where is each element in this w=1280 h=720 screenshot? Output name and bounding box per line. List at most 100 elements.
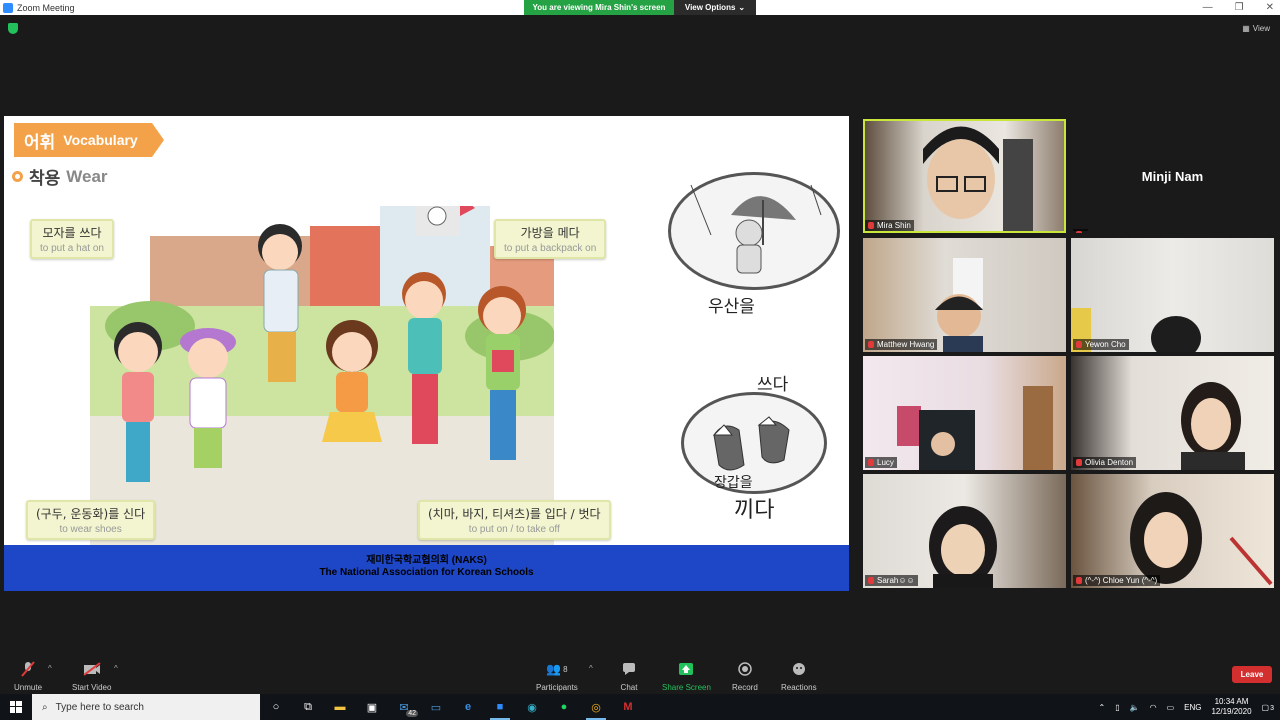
minimize-icon[interactable]: — [1203,2,1213,13]
wifi-icon[interactable]: ◠ [1150,703,1157,712]
label-hat-ko: 모자를 쓰다 [42,226,102,240]
share-screen-label: Share Screen [662,683,711,692]
taskbar-clock[interactable]: 10:34 AM 12/19/2020 [1211,697,1251,717]
chat-button[interactable]: Chat [618,661,640,692]
grid-icon: ▦ [1242,24,1250,33]
chevron-down-icon: ⌄ [738,3,746,12]
clock-date: 12/19/2020 [1211,707,1252,716]
search-placeholder: Type here to search [55,701,144,713]
record-icon [734,661,756,677]
battery-icon[interactable]: ▭ [1167,703,1175,712]
label-clothes: (치마, 바지, 티셔츠)를 입다 / 벗다 to put on / to ta… [418,500,611,540]
notifications-count: 3 [1270,704,1274,712]
gloves-text-2: 장갑을 [714,475,753,491]
video-tile-minji-nam[interactable]: Minji Nam [1071,119,1274,233]
video-feed [929,506,997,588]
slide-footer-en: The National Association for Korean Scho… [319,567,534,578]
gloves-text-1: 쓰다 [757,375,789,395]
file-explorer-icon[interactable]: ▬ [324,694,356,720]
volume-icon[interactable]: 🔈 [1130,703,1140,712]
video-tile-sarah[interactable]: Sarah☺☺ [863,474,1066,588]
vocabulary-badge: 어휘 Vocabulary [14,123,164,157]
participant-name: Lucy [865,457,897,468]
mail-icon[interactable]: ✉ 42 [388,694,420,720]
video-tile-chloe-yun[interactable]: (^-^) Chloe Yun (^-^) [1071,474,1274,588]
label-hat: 모자를 쓰다 to put a hat on [30,219,114,259]
leave-button[interactable]: Leave [1232,666,1272,683]
video-tile-yewon-cho[interactable]: Yewon Cho [1071,238,1274,352]
edge-icon[interactable]: ◉ [516,694,548,720]
edge-legacy-icon[interactable]: e [452,694,484,720]
video-feed [923,126,1033,233]
meeting-controls: Unmute ^ Start Video ^ 👥 8 Participants ^… [0,656,1280,694]
slide-title-ko: 착용 [29,169,61,189]
gloves-icon [712,416,790,471]
zoom-taskbar-icon[interactable]: ■ [484,694,516,720]
clock-time: 10:34 AM [1214,697,1249,706]
video-feed [1181,382,1245,470]
view-button[interactable]: ▦ View [1242,24,1270,33]
video-tile-matthew-hwang[interactable]: Matthew Hwang [863,238,1066,352]
video-tile-mira-shin[interactable]: Mira Shin [863,119,1066,233]
share-screen-button[interactable]: Share Screen [662,661,711,692]
taskbar-search-box[interactable]: ⌕ Type here to search [32,694,260,720]
audio-options-caret-icon[interactable]: ^ [48,664,52,673]
video-tile-olivia-denton[interactable]: Olivia Denton [1071,356,1274,470]
restore-icon[interactable]: ❐ [1235,2,1244,13]
gloves-text-3: 끼다 [734,498,775,523]
record-button[interactable]: Record [732,661,758,692]
participant-name: Olivia Denton [1073,457,1137,468]
slide-title-en: Wear [66,166,108,186]
video-tile-lucy[interactable]: Lucy [863,356,1066,470]
slide-footer-ko: 재미한국학교협의회 (NAKS) [366,555,487,566]
share-banner: You are viewing Mira Shin's screen View … [524,0,756,15]
windows-taskbar: ⌕ Type here to search ○ ⧉ ▬ ▣ ✉ 42 ▭ e ■ … [0,694,1280,720]
chrome-icon[interactable]: ◎ [580,694,612,720]
tray-chevron-up-icon[interactable]: ⌃ [1099,703,1106,712]
mcafee-icon[interactable]: M [612,694,644,720]
label-backpack-en: to put a backpack on [504,243,597,254]
microphone-muted-icon [17,661,39,677]
label-clothes-ko: (치마, 바지, 티셔츠)를 입다 / 벗다 [428,507,601,521]
label-backpack-ko: 가방을 메다 [520,226,580,240]
view-options-label: View Options [684,3,736,12]
video-feed [897,386,1053,470]
label-clothes-en: to put on / to take off [468,524,560,535]
share-screen-icon [675,661,697,677]
video-options-caret-icon[interactable]: ^ [114,664,118,673]
shared-screen: 어휘 Vocabulary 착용 Wear 모자를 쓰다 to put a ha… [4,116,849,591]
participants-caret-icon[interactable]: ^ [589,664,593,673]
cortana-icon[interactable]: ○ [260,694,292,720]
window-title: Zoom Meeting [17,2,75,13]
windows-start-button[interactable] [0,694,32,720]
participant-name-large: Minji Nam [1141,169,1204,184]
encryption-shield-icon[interactable] [8,23,18,34]
chat-label: Chat [620,683,638,692]
participants-button[interactable]: 👥 8 Participants [536,661,578,692]
reactions-icon [788,661,810,677]
mail-badge: 42 [406,710,418,717]
remote-desktop-icon[interactable]: ▭ [420,694,452,720]
unmute-button[interactable]: Unmute [14,661,42,692]
umbrella-illustration [668,172,840,290]
gloves-illustration [681,392,827,494]
task-view-icon[interactable]: ⧉ [292,694,324,720]
notifications-icon[interactable]: ▢3 [1262,703,1274,712]
phone-icon[interactable]: ▯ [1115,703,1119,712]
umbrella-text: 우산을 [708,297,755,317]
vocabulary-badge-ko: 어휘 [24,132,56,153]
spotify-icon[interactable]: ● [548,694,580,720]
label-hat-en: to put a hat on [40,243,104,254]
start-video-label: Start Video [72,683,112,692]
participant-name: Mira Shin [865,220,914,231]
start-video-button[interactable]: Start Video [72,661,111,692]
store-icon[interactable]: ▣ [356,694,388,720]
umbrella-icon [690,184,822,274]
view-options-button[interactable]: View Options ⌄ [674,0,756,15]
reactions-button[interactable]: Reactions [781,661,817,692]
record-label: Record [732,683,758,692]
participants-label: Participants [536,683,578,692]
language-indicator[interactable]: ENG [1184,703,1201,712]
chat-icon [618,661,640,677]
close-icon[interactable]: ✕ [1266,2,1274,13]
